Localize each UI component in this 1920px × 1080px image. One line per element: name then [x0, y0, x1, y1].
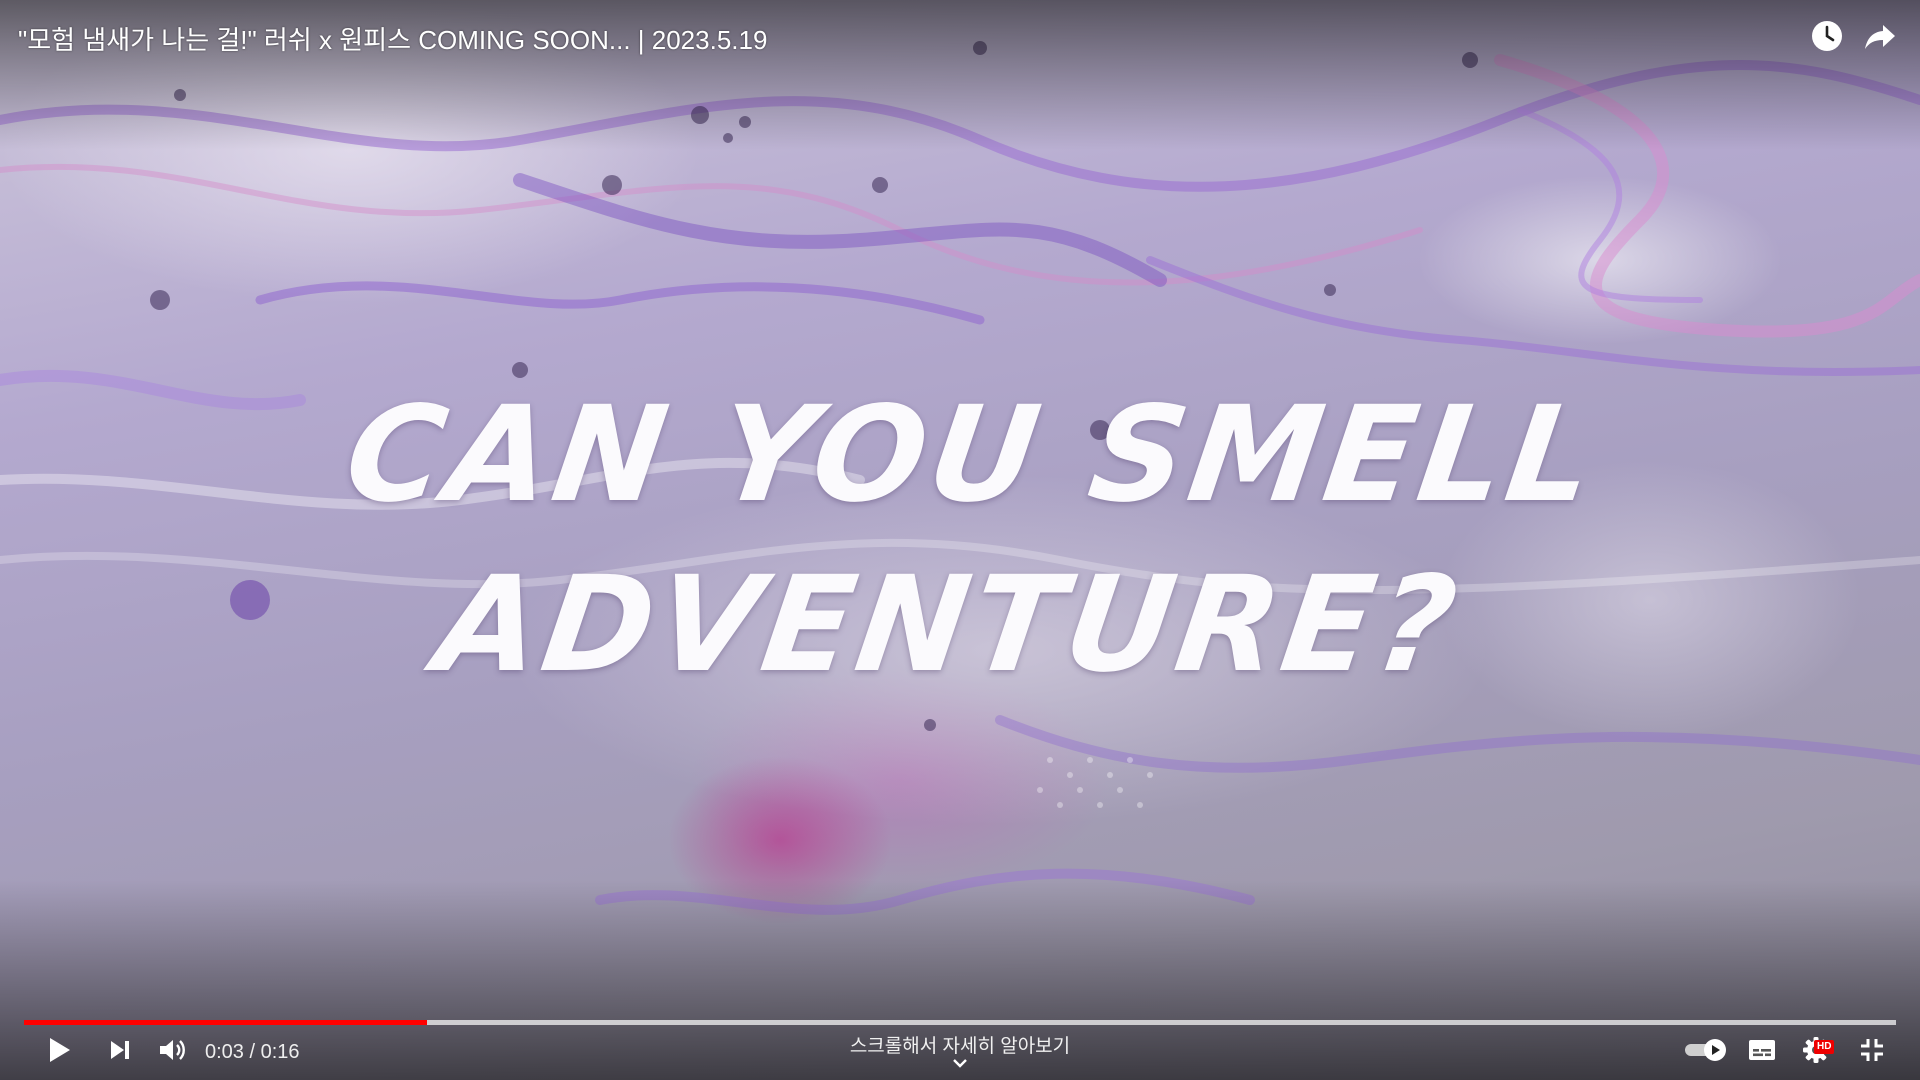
- hd-badge: HD: [1814, 1040, 1835, 1054]
- next-icon: [107, 1038, 133, 1067]
- overlay-line-1: CAN YOU SMELL: [336, 378, 1608, 532]
- video-frame[interactable]: CAN YOU SMELL ADVENTURE?: [0, 0, 1920, 1080]
- autoplay-toggle[interactable]: [1682, 1032, 1732, 1072]
- volume-button[interactable]: [152, 1032, 192, 1072]
- exit-fullscreen-button[interactable]: [1852, 1032, 1892, 1072]
- subtitles-icon: [1748, 1039, 1776, 1066]
- play-button[interactable]: [40, 1032, 80, 1072]
- progress-bar[interactable]: [24, 1020, 1896, 1025]
- exit-fullscreen-icon: [1859, 1037, 1885, 1068]
- share-button[interactable]: [1856, 14, 1904, 62]
- video-overlay-text: CAN YOU SMELL ADVENTURE?: [0, 370, 1920, 710]
- clock-icon: [1810, 19, 1844, 58]
- time-display: 0:03 / 0:16: [205, 1041, 300, 1063]
- chevron-down-icon[interactable]: [948, 1056, 972, 1076]
- scroll-hint[interactable]: 스크롤해서 자세히 알아보기: [780, 1031, 1140, 1058]
- progress-played: [24, 1020, 428, 1025]
- overlay-line-2: ADVENTURE?: [427, 548, 1469, 702]
- share-arrow-icon: [1863, 19, 1897, 58]
- video-title[interactable]: "모험 냄새가 나는 걸!" 러쉬 x 원피스 COMING SOON... |…: [18, 20, 767, 57]
- volume-icon: [158, 1037, 186, 1068]
- autoplay-toggle-icon: [1683, 1037, 1731, 1068]
- subtitles-button[interactable]: [1744, 1032, 1780, 1072]
- next-button[interactable]: [100, 1032, 140, 1072]
- watch-later-button[interactable]: [1803, 14, 1851, 62]
- play-icon: [47, 1036, 73, 1069]
